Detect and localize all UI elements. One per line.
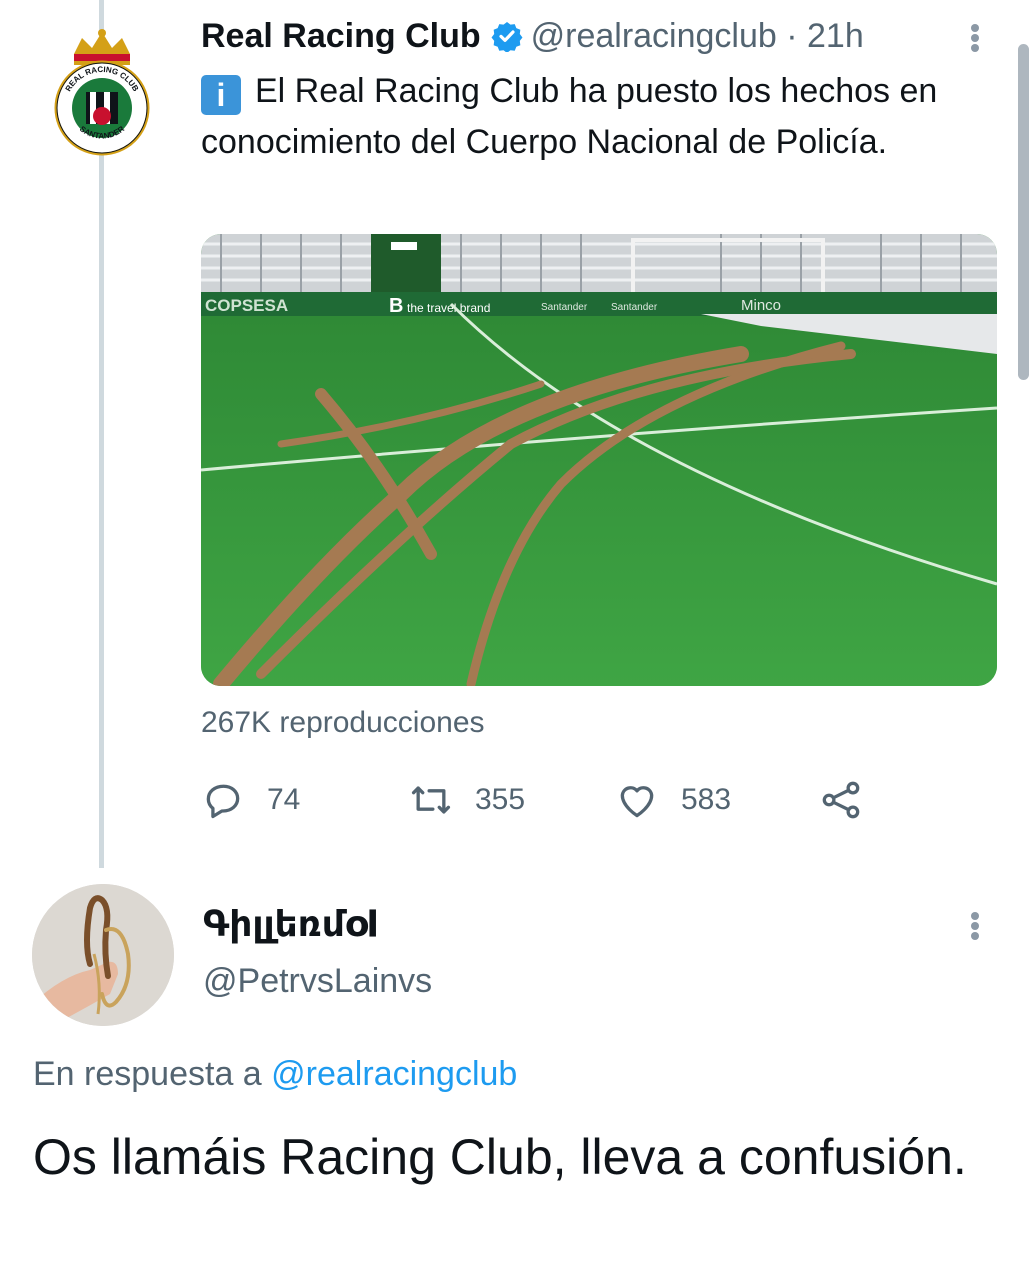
author-handle[interactable]: @realracingclub: [531, 17, 777, 55]
share-icon: [822, 781, 860, 819]
reply-icon: [206, 784, 240, 819]
tweet-text: i El Real Racing Club ha puesto los hecho…: [201, 66, 991, 168]
reply-author-name[interactable]: Գիլլեռմօ𝐈: [203, 903, 378, 946]
ad-board-text: Santander: [541, 302, 588, 313]
ad-board-text: COPSESA: [205, 296, 288, 315]
reply-to-mention-link[interactable]: @realracingclub: [271, 1055, 517, 1093]
author-name[interactable]: Real Racing Club: [201, 17, 481, 55]
header-separator: ·: [776, 17, 808, 55]
view-count: 267K reproducciones: [201, 706, 485, 739]
retweet-count: 355: [475, 783, 526, 816]
reply-context: En respuesta a @realracingclub: [33, 1055, 517, 1094]
tweet-body: El Real Racing Club ha puesto los hechos…: [201, 72, 938, 161]
reply-author-handle[interactable]: @PetrvsLainvs: [203, 962, 432, 1001]
ad-board-text: B: [389, 295, 403, 317]
like-icon: [620, 786, 654, 818]
crown-icon: [74, 29, 130, 65]
reply-text: Os llamáis Racing Club, lleva a confusió…: [33, 1129, 967, 1185]
reply-to-label: En respuesta a: [33, 1055, 272, 1093]
tweet-time[interactable]: 21h: [807, 17, 864, 55]
more-options-icon[interactable]: [964, 20, 988, 56]
reply-author-avatar[interactable]: [32, 884, 174, 1026]
reply-count: 74: [267, 783, 301, 816]
like-button[interactable]: 583: [615, 778, 731, 822]
club-logo-avatar[interactable]: REAL RACING CLUB SANTANDER: [52, 28, 152, 160]
tweet-actions: 74 355 583: [201, 778, 901, 822]
retweet-button[interactable]: 355: [409, 778, 525, 822]
tweet-header: Real Racing Club @realracingclub · 21h: [201, 14, 864, 58]
verified-badge-icon: [491, 22, 523, 52]
ad-board-text: the travel brand: [407, 301, 490, 315]
more-options-icon[interactable]: [964, 908, 988, 944]
tweet-media-video[interactable]: COPSESA B the travel brand Santander San…: [201, 234, 997, 686]
ad-board-text: Santander: [611, 302, 658, 313]
scrollbar-thumb[interactable]: [1018, 44, 1029, 380]
reply-button[interactable]: 74: [201, 778, 300, 822]
share-button[interactable]: [819, 778, 885, 822]
retweet-icon: [411, 786, 451, 814]
info-badge-icon: i: [201, 75, 241, 115]
ad-board-text: Minco: [741, 297, 781, 314]
like-count: 583: [681, 783, 732, 816]
